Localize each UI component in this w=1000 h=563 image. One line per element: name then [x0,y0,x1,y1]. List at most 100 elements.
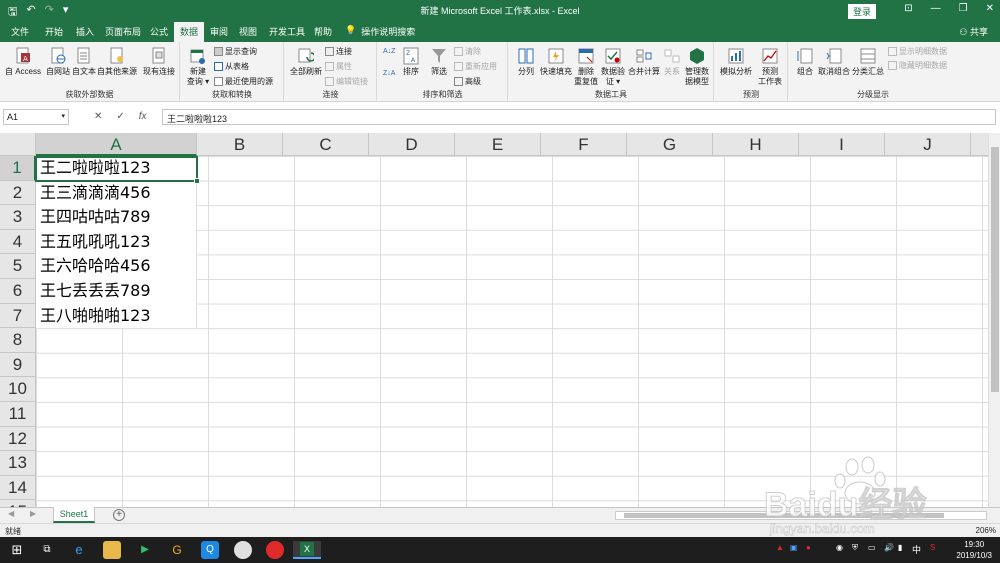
connections-button[interactable]: 连接 [325,46,352,57]
formula-input[interactable]: 王二啦啦啦123 [162,109,996,125]
sort-descending-button[interactable]: Z↓A [383,70,395,77]
row-header-10[interactable]: 10 [0,377,36,402]
close-icon[interactable]: ✕ [986,3,994,14]
task-view-icon[interactable]: ⧉ [38,541,56,559]
tray-icon-3[interactable]: ● [806,543,811,552]
insert-function-icon[interactable]: fx [139,111,147,122]
file-explorer-icon[interactable] [103,541,121,559]
tab-help[interactable]: 帮助 [314,25,332,38]
column-header-e[interactable]: E [455,133,541,156]
row-header-9[interactable]: 9 [0,352,36,378]
volume-icon[interactable]: 🔊 [884,543,894,552]
advanced-filter-button[interactable]: 高级 [454,76,481,87]
reapply-button[interactable]: 重新应用 [454,61,497,72]
row-header-1[interactable]: 1 [0,156,36,181]
media-player-icon[interactable]: ▶ [136,541,154,559]
input-method-indicator[interactable]: 中 [912,543,921,556]
row-header-3[interactable]: 3 [0,205,36,230]
cell-a2[interactable]: 王三滴滴滴456 [36,180,197,206]
app-g-icon[interactable]: G [168,541,186,559]
from-web-button[interactable]: 自网站 [44,47,72,77]
edge-browser-icon[interactable]: e [70,541,88,559]
row-header-4[interactable]: 4 [0,229,36,255]
vertical-scroll-thumb[interactable] [991,147,999,392]
music-app-icon[interactable] [266,541,284,559]
tab-home[interactable]: 开始 [45,25,63,38]
tab-formulas[interactable]: 公式 [150,25,168,38]
cell-a4[interactable]: 王五吼吼吼123 [36,229,197,255]
ribbon-display-options-icon[interactable]: ⊡ [904,3,912,14]
tab-review[interactable]: 审阅 [210,25,228,38]
battery-icon[interactable]: ▮ [898,543,902,552]
tray-icon-1[interactable]: ▲ [776,543,784,552]
cell-a7[interactable]: 王八啪啪啪123 [36,303,197,329]
tray-icon-4[interactable]: ◉ [836,543,843,552]
vertical-scrollbar[interactable] [988,133,1000,507]
cell-a3[interactable]: 王四咕咕咕789 [36,205,197,230]
zoom-level[interactable]: 206% [976,526,996,535]
new-query-button[interactable]: 新建 查询 ▾ [185,47,211,87]
consolidate-button[interactable]: 合并计算 [626,47,662,77]
tray-icon-ime[interactable]: S [930,543,935,552]
browser-icon[interactable] [234,541,252,559]
row-header-13[interactable]: 13 [0,451,36,476]
excel-taskbar-icon[interactable]: X [293,541,321,559]
from-other-sources-button[interactable]: 自其他来源 [97,47,137,77]
tab-developer[interactable]: 开发工具 [269,25,305,38]
flash-fill-button[interactable]: 快速填充 [539,47,573,77]
share-button[interactable]: ⚇ 共享 [959,25,988,38]
column-header-b[interactable]: B [197,133,283,156]
recent-sources-button[interactable]: 最近使用的源 [214,76,273,87]
ungroup-button[interactable]: 取消组合 [817,47,851,77]
system-clock[interactable]: 19:30 2019/10/3 [956,539,992,561]
tab-insert[interactable]: 插入 [76,25,94,38]
app-q-icon[interactable]: Q [201,541,219,559]
row-header-8[interactable]: 8 [0,328,36,353]
refresh-all-button[interactable]: 全部刷新 [288,47,324,77]
sheet-scroll-left-icon[interactable]: ◀ [8,509,14,518]
minimize-icon[interactable]: — [931,3,941,14]
column-header-f[interactable]: F [541,133,627,156]
manage-data-model-button[interactable]: 管理数 据模型 [683,47,711,87]
row-header-5[interactable]: 5 [0,254,36,279]
data-validation-button[interactable]: 数据验证 ▾ [599,47,627,87]
select-all-corner[interactable] [0,133,36,156]
row-header-6[interactable]: 6 [0,279,36,304]
hide-detail-button[interactable]: 隐藏明细数据 [888,60,947,71]
row-header-15[interactable]: 15 [0,500,36,507]
group-button[interactable]: 组合 [793,47,817,77]
maximize-icon[interactable]: ❐ [959,3,968,14]
sort-ascending-button[interactable]: A↓Z [383,48,395,55]
edit-links-button[interactable]: 编辑链接 [325,76,368,87]
cell-a5[interactable]: 王六哈哈哈456 [36,254,197,279]
column-header-d[interactable]: D [369,133,455,156]
column-header-i[interactable]: I [799,133,885,156]
login-button[interactable]: 登录 [848,4,877,19]
tab-view[interactable]: 视图 [239,25,257,38]
column-header-j[interactable]: J [885,133,971,156]
from-table-button[interactable]: 从表格 [214,61,249,72]
network-icon[interactable]: ▭ [868,543,876,552]
horizontal-scroll-thumb[interactable] [624,513,944,518]
clear-filter-button[interactable]: 清除 [454,46,481,57]
tray-icon-2[interactable]: ▣ [790,543,798,552]
properties-button[interactable]: 属性 [325,61,352,72]
filter-button[interactable]: 筛选 [428,47,450,77]
column-header-a[interactable]: A [36,133,197,156]
tab-page-layout[interactable]: 页面布局 [105,25,141,38]
from-text-button[interactable]: 自文本 [70,47,98,77]
subtotal-button[interactable]: 分类汇总 [851,47,885,77]
shield-icon[interactable]: ⛨ [852,543,858,553]
tab-file[interactable]: 文件 [11,25,29,38]
tell-me-search[interactable]: 💡 操作说明搜索 [345,25,415,38]
row-header-14[interactable]: 14 [0,475,36,501]
show-queries-button[interactable]: 显示查询 [214,46,257,57]
tab-data[interactable]: 数据 [174,22,205,43]
column-header-c[interactable]: C [283,133,369,156]
relationships-button[interactable]: 关系 [661,47,683,77]
from-access-button[interactable]: A 自 Access [4,47,42,77]
remove-duplicates-button[interactable]: 删除 重复值 [573,47,599,87]
chevron-down-icon[interactable]: ▾ [61,112,65,120]
row-header-12[interactable]: 12 [0,426,36,452]
windows-start-icon[interactable]: ⊞ [8,541,26,559]
